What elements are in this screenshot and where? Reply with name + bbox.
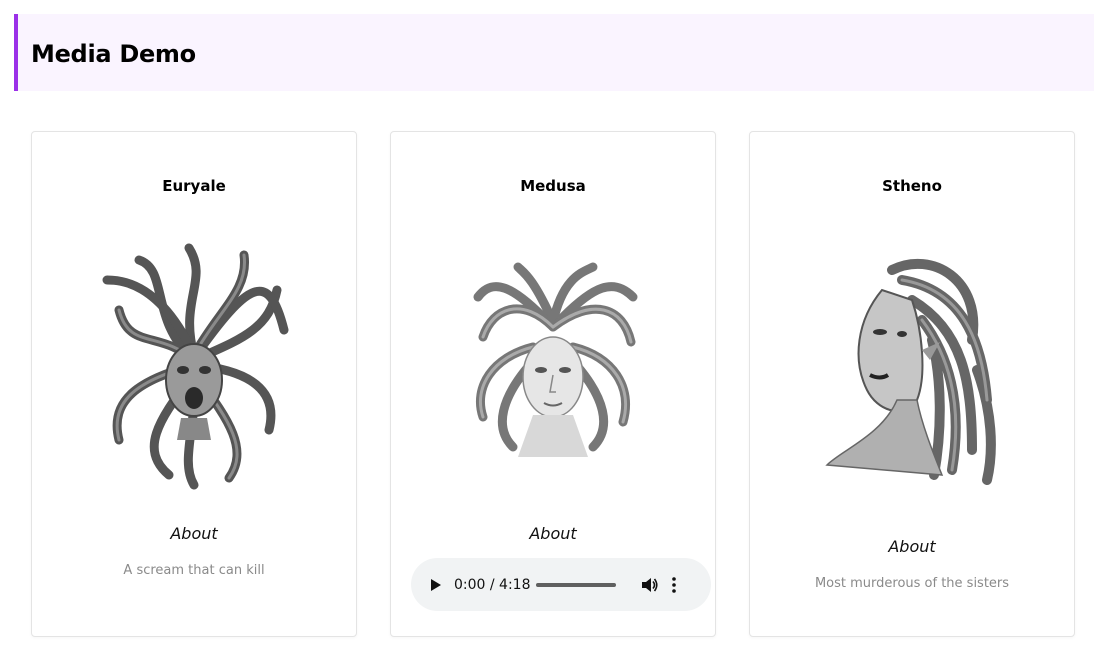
euryale-portrait-image (102, 243, 289, 490)
about-heading: About (529, 524, 577, 543)
card-description: Most murderous of the sisters (814, 576, 1010, 591)
about-heading: About (170, 524, 218, 543)
card-title: Euryale (162, 177, 226, 195)
page-header: Media Demo (14, 14, 1094, 91)
card-description: A scream that can kill (123, 563, 265, 578)
card-euryale: Euryale About A scream that can kill (31, 131, 357, 637)
audio-progress-bar[interactable] (536, 582, 616, 587)
more-options-icon[interactable] (672, 576, 676, 593)
about-heading: About (888, 537, 936, 556)
stheno-portrait-image (825, 258, 996, 485)
card-medusa: Medusa About 0:00 / 4:18 (390, 131, 716, 637)
card-title: Stheno (882, 177, 942, 195)
card-title: Medusa (520, 177, 586, 195)
page-title: Media Demo (31, 40, 196, 68)
volume-icon[interactable] (640, 576, 658, 594)
audio-time: 0:00 / 4:18 (454, 576, 531, 593)
play-icon[interactable] (431, 578, 441, 591)
card-stheno: Stheno About Most murderous of the siste… (749, 131, 1075, 637)
audio-player[interactable]: 0:00 / 4:18 (411, 558, 711, 611)
medusa-portrait-image (473, 262, 638, 457)
